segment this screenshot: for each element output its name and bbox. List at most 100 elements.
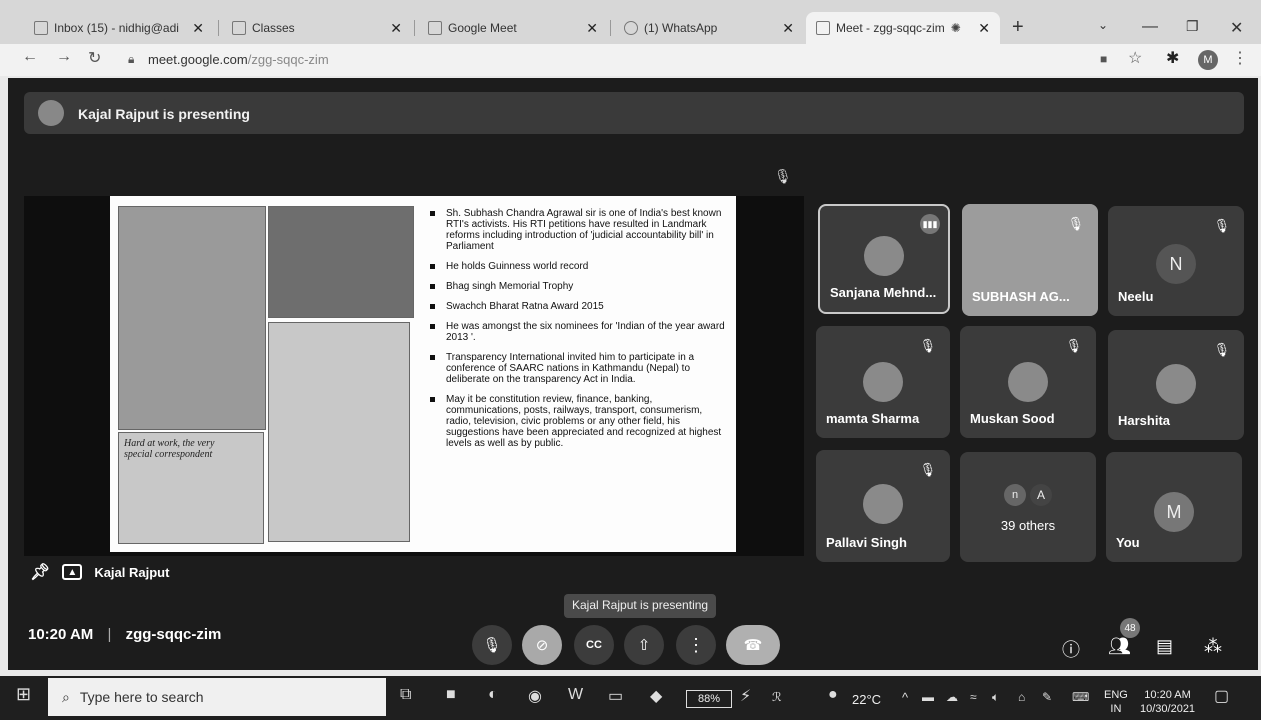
close-icon[interactable]: ✕	[978, 20, 990, 37]
meet-app-icon[interactable]: ■	[446, 686, 456, 704]
close-icon[interactable]: ✕	[192, 20, 204, 37]
volume-icon[interactable]: 🔈︎	[992, 690, 999, 705]
people-tray-icon[interactable]: ℛ	[772, 690, 782, 704]
participant-tile[interactable]: 🎙︎ N Neelu	[1108, 206, 1244, 316]
present-button[interactable]: ⇧	[624, 625, 664, 665]
slide-bullet: Bhag singh Memorial Trophy	[428, 281, 728, 292]
slide-bullet: Sh. Subhash Chandra Agrawal sir is one o…	[428, 208, 728, 252]
app-icon[interactable]: ◆	[650, 686, 662, 706]
slide-bullet: May it be constitution review, finance, …	[428, 394, 728, 449]
battery-indicator: 88%	[686, 690, 732, 708]
file-explorer-icon[interactable]: ▭	[608, 686, 623, 706]
word-icon[interactable]: W	[568, 686, 583, 704]
forward-icon[interactable]: →	[56, 48, 72, 66]
close-icon[interactable]: ✕	[782, 20, 794, 37]
clock-date: 10/30/2021	[1140, 703, 1196, 715]
slide-caption: Hard at work, the very special correspon…	[124, 438, 215, 460]
tab-divider	[414, 20, 415, 36]
gmail-icon	[34, 21, 48, 35]
participant-name: Pallavi Singh	[826, 535, 907, 550]
camera-icon[interactable]: ■	[1100, 52, 1107, 66]
avatar: A	[1030, 484, 1052, 506]
close-icon[interactable]: ✕	[390, 20, 402, 37]
presenting-banner-text: Kajal Rajput is presenting	[78, 106, 250, 122]
tab-search-icon[interactable]: ⌄	[1098, 18, 1108, 32]
minimize-button[interactable]: —	[1142, 18, 1158, 36]
language-region: IN	[1110, 703, 1122, 715]
classroom-icon	[232, 21, 246, 35]
clock-time: 10:20 AM	[1144, 689, 1191, 701]
notifications-icon[interactable]: ▢	[1214, 686, 1229, 706]
tab-meet-active[interactable]: Meet - zgg-sqqc-zim ✺ ✕	[806, 12, 1000, 44]
chat-icon[interactable]: ▤	[1156, 636, 1173, 657]
present-icon: ▲	[62, 564, 83, 580]
extensions-icon[interactable]: ✱	[1166, 48, 1179, 68]
task-view-icon[interactable]: ⧉	[400, 686, 411, 704]
system-clock[interactable]: 10:20 AM 10/30/2021	[1140, 688, 1195, 716]
speaking-indicator-icon: ▮▮▮	[920, 214, 940, 234]
close-window-button[interactable]: ✕	[1230, 18, 1243, 38]
tab-google-meet[interactable]: Google Meet ✕	[418, 12, 608, 44]
slide-photo-award	[118, 206, 266, 430]
presenter-avatar	[38, 100, 64, 126]
participant-tile-self[interactable]: M You	[1106, 452, 1242, 562]
more-options-button[interactable]: ⋮	[676, 625, 716, 665]
participant-name: You	[1116, 535, 1140, 550]
tab-inbox[interactable]: Inbox (15) - nidhig@adi ✕	[24, 12, 214, 44]
mic-off-icon: 🎙︎	[1213, 218, 1230, 233]
wifi-icon[interactable]: ≈	[970, 690, 977, 704]
whatsapp-icon	[624, 21, 638, 35]
tab-title: Google Meet	[448, 21, 517, 35]
people-icon[interactable]: 👥︎	[1108, 636, 1131, 657]
participant-tile[interactable]: 🎙︎ mamta Sharma	[816, 326, 950, 438]
url-host: meet.google.com	[148, 52, 248, 67]
tab-title: Inbox (15) - nidhig@adi	[54, 21, 179, 35]
people-count-badge: 48	[1120, 618, 1140, 638]
participant-tile[interactable]: 🎙︎ SUBHASH AG...	[962, 204, 1098, 316]
tab-divider	[218, 20, 219, 36]
language-indicator[interactable]: ENG IN	[1104, 688, 1128, 716]
lock-icon: 🔒︎	[128, 52, 135, 66]
participant-name: Harshita	[1118, 413, 1171, 428]
end-call-button[interactable]: ☎︎	[726, 625, 780, 665]
menu-kebab-icon[interactable]: ⋮	[1232, 48, 1248, 68]
tab-classes[interactable]: Classes ✕	[222, 12, 412, 44]
close-icon[interactable]: ✕	[586, 20, 598, 37]
back-icon[interactable]: ←	[22, 48, 38, 66]
bookmark-star-icon[interactable]: ☆	[1128, 48, 1142, 68]
new-tab-button[interactable]: +	[1012, 16, 1024, 39]
pin-icon[interactable]: 📌︎	[30, 562, 50, 582]
chrome-icon[interactable]: ◉	[528, 686, 542, 706]
participant-name: Muskan Sood	[970, 411, 1055, 426]
activities-icon[interactable]: ⁂	[1204, 636, 1222, 657]
keyboard-icon[interactable]: ⌨︎	[1072, 690, 1089, 704]
avatar	[1008, 362, 1048, 402]
restore-button[interactable]: ❐	[1186, 18, 1199, 35]
participant-name: 39 others	[1000, 518, 1056, 533]
camera-off-button[interactable]: ⊘	[522, 625, 562, 665]
reload-icon[interactable]: ↻	[88, 48, 101, 68]
microphone-button[interactable]: 🎙︎	[472, 625, 512, 665]
participant-tile-others[interactable]: n A 39 others	[960, 452, 1096, 562]
participant-tile[interactable]: 🎙︎ Harshita	[1108, 330, 1244, 440]
avatar: M	[1154, 492, 1194, 532]
meeting-code: zgg-sqqc-zim	[125, 626, 222, 643]
url-field[interactable]: meet.google.com/zgg-sqqc-zim	[148, 52, 329, 67]
meeting-details-icon[interactable]: ⓘ	[1062, 636, 1080, 662]
taskbar-search[interactable]: ⌕ Type here to search	[48, 678, 386, 716]
tab-whatsapp[interactable]: (1) WhatsApp ✕	[614, 12, 804, 44]
participant-name: SUBHASH AG...	[972, 289, 1070, 304]
profile-avatar[interactable]: M	[1198, 50, 1218, 70]
meeting-time: 10:20 AM	[28, 626, 94, 643]
pen-icon: ✎	[1042, 690, 1053, 704]
participant-tile[interactable]: 🎙︎ Muskan Sood	[960, 326, 1096, 438]
tray-expand-icon[interactable]: ^	[902, 690, 908, 705]
captions-button[interactable]: CC	[574, 625, 614, 665]
edge-icon[interactable]: ◐	[488, 686, 498, 704]
divider: |	[107, 626, 112, 643]
mic-off-icon: 🎙︎	[919, 338, 936, 353]
participant-tile[interactable]: ▮▮▮ Sanjana Mehnd...	[818, 204, 950, 314]
participant-tile[interactable]: 🎙︎ Pallavi Singh	[816, 450, 950, 562]
windows-start-icon[interactable]: ⊞	[16, 684, 31, 705]
slide-bullet: Swachch Bharat Ratna Award 2015	[428, 301, 728, 312]
